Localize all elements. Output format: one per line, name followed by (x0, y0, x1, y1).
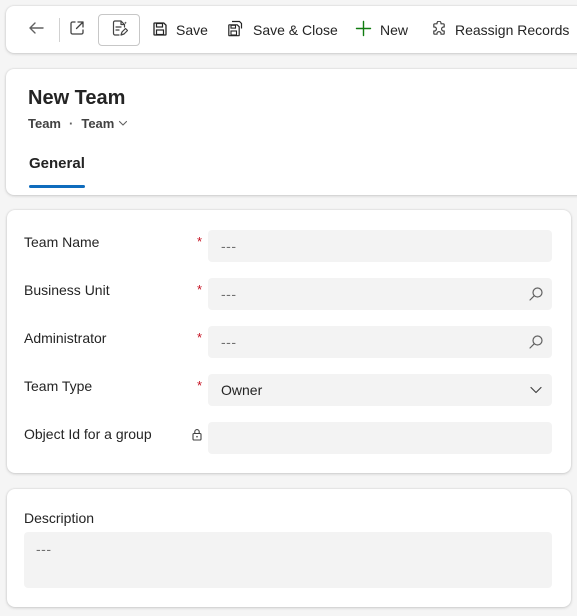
team-type-select[interactable]: Owner (208, 374, 552, 406)
form-fill-icon (110, 19, 129, 42)
administrator-lookup[interactable]: --- (208, 326, 552, 358)
save-label: Save (176, 22, 208, 38)
business-unit-placeholder: --- (221, 286, 237, 302)
general-section: Team Name * --- Business Unit * --- Admi… (7, 210, 571, 473)
new-label: New (380, 22, 409, 38)
entity-name: Team (28, 116, 61, 131)
breadcrumb-separator: · (69, 116, 74, 131)
form-fill-button[interactable] (98, 14, 140, 46)
save-button[interactable]: Save (152, 14, 208, 46)
save-and-close-button[interactable]: Save & Close (227, 14, 338, 46)
reassign-records-label: Reassign Records (455, 22, 570, 38)
form-name: Team (81, 116, 115, 131)
reassign-records-button[interactable]: Reassign Records (431, 14, 569, 46)
command-bar: Save Save & Close New Reassign Records (6, 6, 577, 53)
required-indicator: * (197, 234, 203, 249)
save-and-close-icon (227, 20, 245, 41)
save-and-close-label: Save & Close (253, 22, 338, 38)
new-button[interactable]: New (355, 14, 408, 46)
description-textarea[interactable]: --- (24, 532, 552, 588)
description-section: Description --- (7, 489, 571, 607)
open-in-new-window-button[interactable] (59, 14, 95, 46)
object-id-label: Object Id for a group (24, 426, 152, 442)
tab-selected-indicator (29, 185, 85, 188)
team-name-input[interactable]: --- (208, 230, 552, 262)
search-icon[interactable] (528, 334, 544, 350)
chevron-down-icon (118, 116, 128, 131)
team-type-label: Team Type (24, 378, 93, 394)
team-type-value: Owner (221, 382, 263, 398)
back-button[interactable] (18, 14, 54, 46)
tab-general[interactable]: General (29, 155, 85, 172)
breadcrumb: Team · Team (28, 116, 128, 131)
object-id-input (208, 422, 552, 454)
save-icon (152, 21, 168, 40)
page-title: New Team (28, 87, 126, 109)
record-header: New Team Team · Team General (6, 69, 577, 195)
lock-icon (191, 428, 203, 446)
required-indicator: * (197, 282, 203, 297)
open-in-new-window-icon (68, 19, 86, 42)
chevron-down-icon (528, 382, 544, 398)
required-indicator: * (197, 330, 203, 345)
reassign-icon (431, 20, 447, 40)
required-indicator: * (197, 378, 203, 393)
form-selector[interactable]: Team (81, 116, 128, 131)
team-name-placeholder: --- (221, 238, 237, 254)
team-name-label: Team Name (24, 234, 100, 250)
administrator-label: Administrator (24, 330, 107, 346)
plus-icon (355, 20, 372, 40)
arrow-left-icon (27, 19, 45, 42)
business-unit-label: Business Unit (24, 282, 110, 298)
description-label: Description (24, 510, 95, 526)
business-unit-lookup[interactable]: --- (208, 278, 552, 310)
search-icon[interactable] (528, 286, 544, 302)
administrator-placeholder: --- (221, 334, 237, 350)
